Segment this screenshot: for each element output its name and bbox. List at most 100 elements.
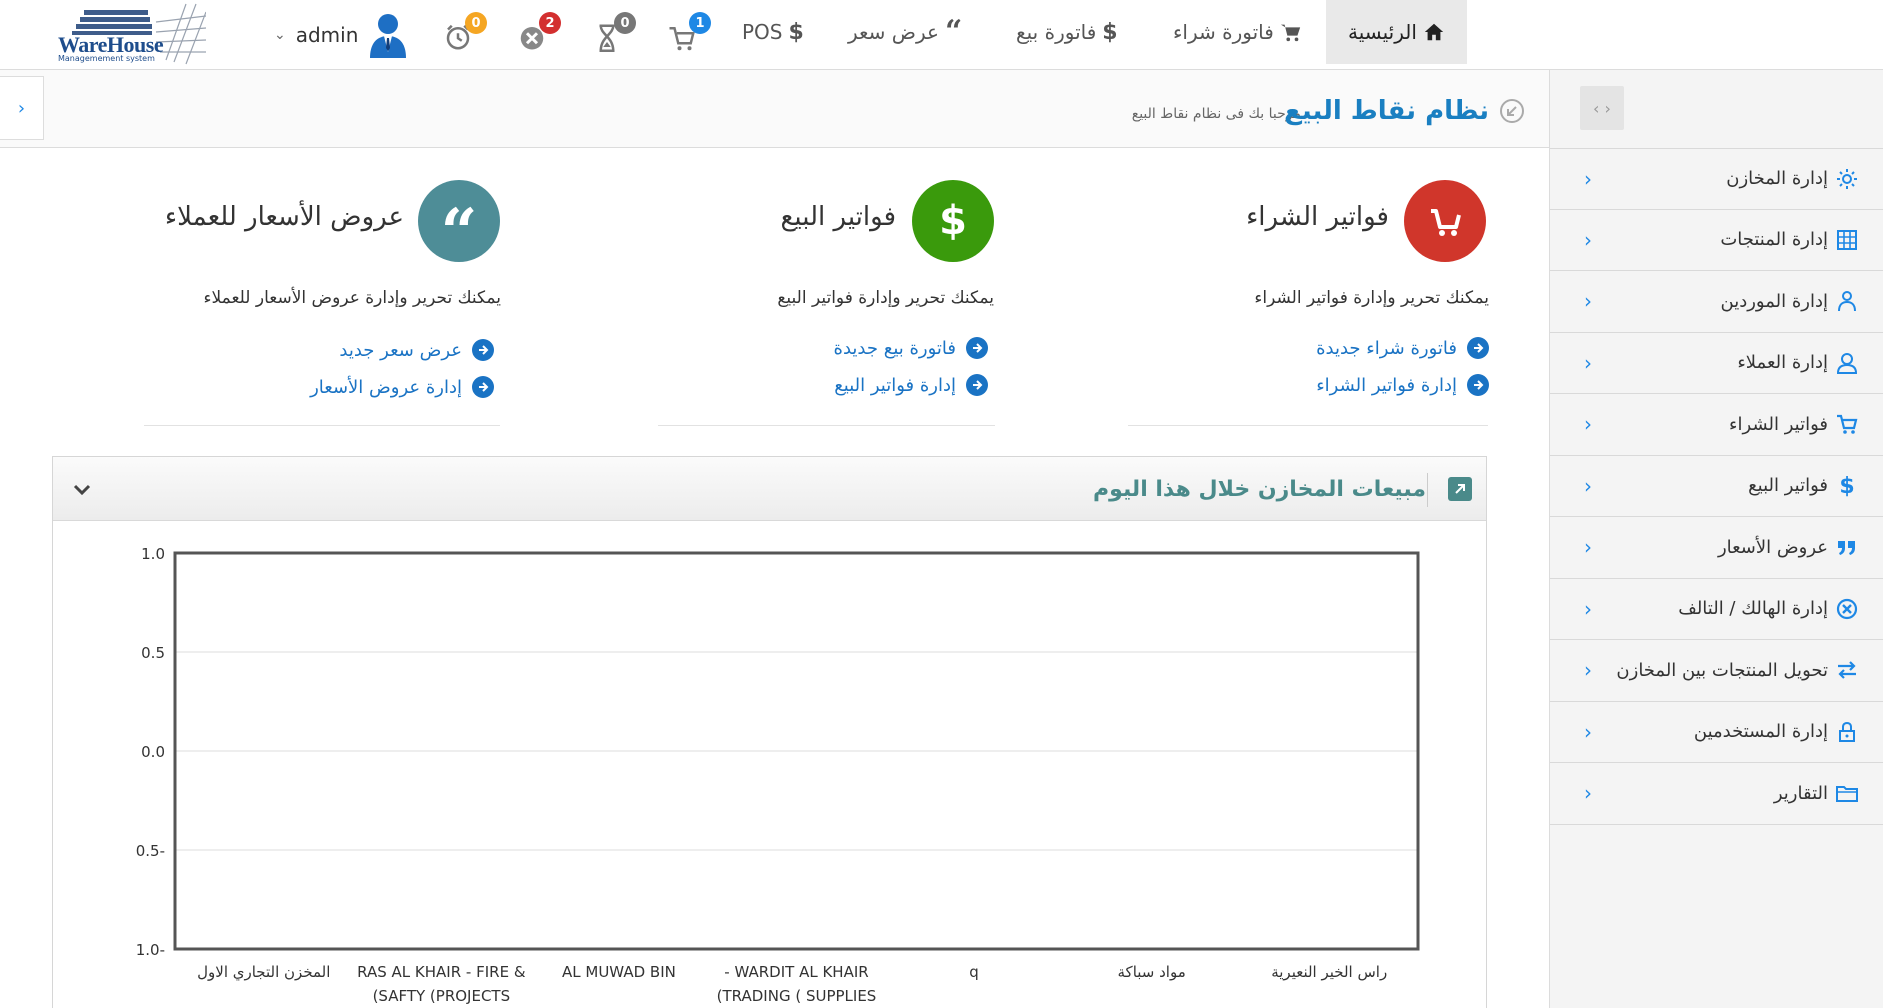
- x-tick-label: مواد سباكة: [1118, 963, 1186, 981]
- warehouse-logo[interactable]: WareHouse Managemement system: [56, 2, 207, 66]
- expand-icon[interactable]: [1448, 477, 1472, 501]
- arrow-circle-icon: [1500, 99, 1524, 123]
- quote-icon: “: [944, 14, 963, 49]
- dollar-icon: $: [1834, 473, 1860, 499]
- cancelled-notifications[interactable]: 2: [517, 12, 561, 52]
- sidebar-item-label: إدارة الهالك / التالف: [1678, 598, 1828, 620]
- arrow-right-icon: [1467, 374, 1489, 396]
- chevron-left-icon: ‹: [1584, 658, 1592, 683]
- new-quote-label: عرض سعر جديد: [339, 339, 462, 361]
- panel-header: مبيعات المخازن خلال هذا اليوم: [53, 457, 1486, 521]
- y-tick-label: 0.0: [141, 743, 165, 761]
- sales-feature-icon[interactable]: $: [912, 180, 994, 262]
- sidebar-item-1[interactable]: إدارة المنتجات ‹: [1550, 210, 1883, 271]
- arrow-right-icon: [472, 376, 494, 398]
- x-tick-label: راس الخير النعيرية: [1271, 963, 1387, 981]
- sales-feature-desc: يمكنك تحرير وإدارة فواتير البيع: [777, 288, 994, 308]
- transfer-icon: [1834, 657, 1860, 683]
- folder-icon: [1834, 780, 1860, 806]
- sidebar-toggle-button[interactable]: ‹ ›: [1580, 86, 1624, 130]
- new-purchase-invoice-link[interactable]: فاتورة شراء جديدة: [1316, 337, 1489, 359]
- tab-purchase-invoice[interactable]: فاتورة شراء: [1173, 0, 1302, 64]
- grid-icon: [1834, 227, 1860, 253]
- sidebar-item-9[interactable]: إدارة المستخدمين ‹: [1550, 702, 1883, 763]
- new-sales-invoice-link[interactable]: فاتورة بيع جديدة: [834, 337, 988, 359]
- sales-chart: 1.0 0.5 0.0 0.5- 1.0- راس الخير النعيرية مواد …: [136, 545, 1420, 1005]
- logo-subtext: Managemement system: [58, 54, 155, 63]
- pending-notifications[interactable]: 0: [592, 12, 636, 52]
- tab-quote[interactable]: عرض سعر “: [848, 0, 962, 64]
- sidebar-item-5[interactable]: $ فواتير البيع ‹: [1550, 456, 1883, 517]
- gear-icon: [1834, 166, 1860, 192]
- cart-icon: [1431, 209, 1461, 236]
- new-quote-link[interactable]: عرض سعر جديد: [339, 339, 494, 361]
- svg-text:$: $: [1839, 474, 1854, 498]
- sidebar-item-7[interactable]: إدارة الهالك / التالف ‹: [1550, 579, 1883, 640]
- new-purchase-invoice-label: فاتورة شراء جديدة: [1316, 337, 1457, 359]
- sidebar-item-label: تحويل المنتجات بين المخازن: [1616, 659, 1828, 681]
- code-arrows-icon: ‹ ›: [1593, 98, 1611, 118]
- arrow-right-icon: [472, 339, 494, 361]
- tab-home-label: الرئيسية: [1348, 20, 1417, 44]
- sidebar-item-label: التقارير: [1773, 782, 1828, 804]
- new-sales-invoice-label: فاتورة بيع جديدة: [833, 337, 956, 359]
- tab-sales-invoice-label: فاتورة بيع: [1016, 20, 1097, 44]
- sidebar-item-label: إدارة المنتجات: [1720, 229, 1828, 251]
- purchase-feature-icon[interactable]: [1404, 180, 1486, 262]
- x-tick-label: q: [969, 963, 979, 981]
- sidebar-item-0[interactable]: إدارة المخازن ‹: [1550, 148, 1883, 210]
- person-icon: [1834, 288, 1860, 314]
- sidebar-item-8[interactable]: تحويل المنتجات بين المخازن ‹: [1550, 640, 1883, 702]
- cart-notifications[interactable]: 1: [667, 12, 711, 52]
- sidebar-item-4[interactable]: فواتير الشراء ‹: [1550, 394, 1883, 456]
- purchase-feature-desc: يمكنك تحرير وإدارة فواتير الشراء: [1254, 288, 1489, 308]
- arrow-right-icon: [1467, 337, 1489, 359]
- tab-pos[interactable]: POS $: [742, 0, 804, 64]
- cancel-badge: 2: [539, 12, 561, 34]
- x-tick-label: AL MUWAD BIN: [562, 963, 676, 981]
- chevron-left-icon: ‹: [1584, 596, 1592, 621]
- cart-icon: [1280, 24, 1300, 42]
- manage-sales-invoices-link[interactable]: إدارة فواتير البيع: [834, 374, 988, 396]
- user-menu[interactable]: ⌄ admin: [274, 12, 408, 58]
- manage-purchase-invoices-link[interactable]: إدارة فواتير الشراء: [1316, 374, 1489, 396]
- panel-collapse-button[interactable]: ›: [0, 76, 44, 140]
- dollar-icon: $: [939, 198, 967, 244]
- chevron-right-icon: ›: [17, 97, 26, 119]
- y-tick-label: 0.5: [141, 644, 165, 662]
- dollar-icon: $: [1102, 19, 1118, 45]
- cart-badge: 1: [689, 12, 711, 34]
- tab-purchase-invoice-label: فاتورة شراء: [1173, 20, 1274, 44]
- alarm-notifications[interactable]: 0: [443, 12, 487, 52]
- chevron-left-icon: ‹: [1584, 412, 1592, 437]
- manage-quotes-link[interactable]: إدارة عروض الأسعار: [310, 376, 494, 398]
- chevron-left-icon: ‹: [1584, 289, 1592, 314]
- sidebar-item-6[interactable]: عروض الأسعار ‹: [1550, 517, 1883, 579]
- quotes-feature-icon[interactable]: “: [418, 180, 500, 265]
- sidebar-item-3[interactable]: إدارة العملاء ‹: [1550, 333, 1883, 394]
- quotes-feature-desc: يمكنك تحرير وإدارة عروض الأسعار للعملاء: [203, 288, 501, 308]
- tab-home[interactable]: الرئيسية: [1326, 0, 1467, 64]
- alarm-badge: 0: [465, 12, 487, 34]
- x-tick-label: (SAFTY (PROJECTS: [373, 987, 511, 1005]
- sidebar-item-label: إدارة الموردين: [1720, 290, 1828, 312]
- arrow-right-icon: [966, 374, 988, 396]
- chevron-left-icon: ‹: [1584, 781, 1592, 806]
- quotes-feature-title: عروض الأسعار للعملاء: [164, 202, 404, 232]
- y-tick-label: 0.5-: [136, 842, 165, 860]
- chevron-down-icon[interactable]: [71, 479, 93, 501]
- manage-quotes-label: إدارة عروض الأسعار: [310, 376, 462, 398]
- sidebar-item-2[interactable]: إدارة الموردين ‹: [1550, 271, 1883, 333]
- manage-sales-invoices-label: إدارة فواتير البيع: [834, 374, 956, 396]
- dollar-icon: $: [788, 19, 804, 45]
- sidebar-item-label: فواتير البيع: [1748, 475, 1828, 497]
- page-subtitle: مرحبا بك فى نظام نقاط البيع: [1131, 106, 1301, 122]
- sidebar-item-label: عروض الأسعار: [1717, 536, 1828, 558]
- sidebar-item-label: إدارة المخازن: [1726, 168, 1828, 190]
- user-outline-icon: [1834, 350, 1860, 376]
- sidebar-item-10[interactable]: التقارير ‹: [1550, 763, 1883, 825]
- panel-title: مبيعات المخازن خلال هذا اليوم: [1093, 477, 1426, 502]
- sales-chart-panel: مبيعات المخازن خلال هذا اليوم 1.0 0.5 0.0 0…: [52, 456, 1487, 1008]
- tab-sales-invoice[interactable]: فاتورة بيع $: [1016, 0, 1118, 64]
- x-tick-label: المخزن التجاري الاول: [197, 963, 330, 982]
